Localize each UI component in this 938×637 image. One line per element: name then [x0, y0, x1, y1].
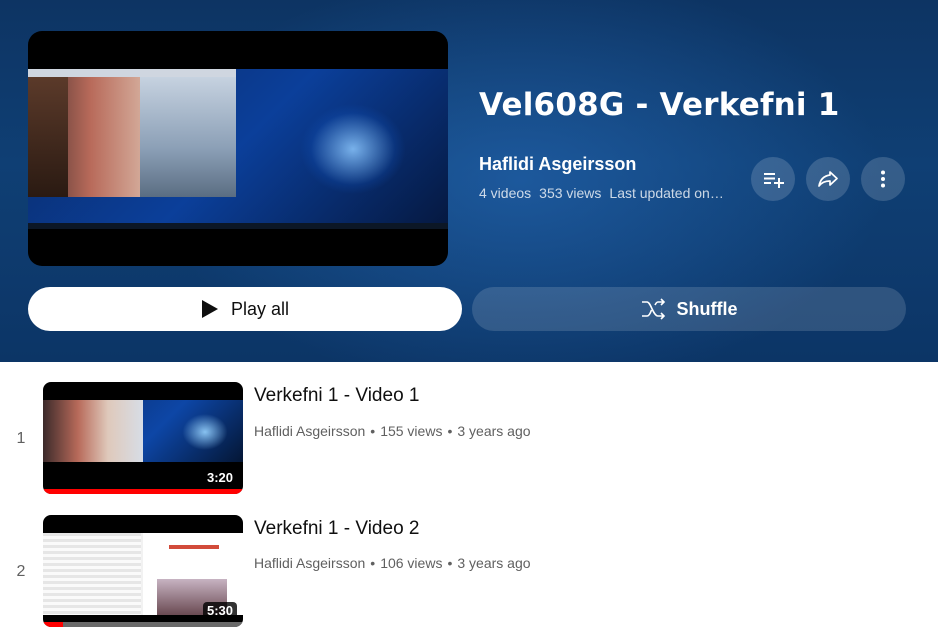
video-title[interactable]: Verkefni 1 - Video 2 — [254, 518, 419, 540]
video-channel[interactable]: Haflidi Asgeirsson — [254, 423, 365, 439]
watch-progress-track — [43, 622, 243, 627]
video-title[interactable]: Verkefni 1 - Video 1 — [254, 385, 419, 407]
video-duration: 5:30 — [202, 602, 237, 619]
video-duration: 3:20 — [202, 469, 237, 486]
windows-logo-glow — [258, 89, 408, 209]
separator-dot: • — [370, 555, 376, 571]
play-all-label: Play all — [230, 298, 290, 319]
video-count: 4 videos — [479, 185, 532, 201]
video-views: 155 views — [380, 423, 443, 439]
playlist-video-row[interactable]: 2 5:30 Verkefni 1 - Video 2 Haflidi Asge… — [0, 515, 938, 631]
video-channel[interactable]: Haflidi Asgeirsson — [254, 555, 365, 571]
playlist-header: Vel608G - Verkefni 1 Haflidi Asgeirsson … — [0, 0, 938, 362]
thumbnail-screenshot — [43, 400, 243, 462]
playlist-stats: 4 videos 353 views Last updated on… — [479, 185, 741, 201]
thumbnail-screenshot — [28, 69, 448, 229]
shuffle-label: Shuffle — [676, 298, 738, 319]
add-to-playlist-icon — [764, 173, 784, 188]
view-count: 353 views — [539, 185, 602, 201]
shuffle-icon — [641, 298, 665, 320]
video-thumbnail[interactable]: 5:30 — [43, 515, 243, 627]
playlist-video-row[interactable]: 1 3:20 Verkefni 1 - Video 1 Haflidi Asge… — [0, 382, 938, 498]
separator-dot: • — [447, 423, 453, 439]
share-button[interactable] — [806, 157, 850, 201]
separator-dot: • — [447, 555, 453, 571]
video-age: 3 years ago — [457, 555, 531, 571]
video-age: 3 years ago — [457, 423, 531, 439]
playlist-thumbnail[interactable] — [28, 31, 448, 266]
play-all-button[interactable]: Play all — [28, 287, 462, 331]
last-updated: Last updated on… — [609, 185, 724, 201]
playlist-title: Vel608G - Verkefni 1 — [479, 87, 840, 123]
video-index: 1 — [16, 430, 26, 447]
video-views: 106 views — [380, 555, 443, 571]
thumbnail-webpage-preview — [28, 69, 236, 197]
thumbnail-taskbar — [28, 223, 448, 229]
separator-dot: • — [370, 423, 376, 439]
watch-progress — [43, 489, 243, 494]
video-thumbnail[interactable]: 3:20 — [43, 382, 243, 494]
video-index: 2 — [16, 563, 26, 580]
more-vertical-icon — [881, 170, 885, 188]
share-icon — [818, 171, 838, 187]
play-icon — [201, 300, 218, 318]
shuffle-button[interactable]: Shuffle — [472, 287, 906, 331]
save-playlist-button[interactable] — [751, 157, 795, 201]
video-meta: Haflidi Asgeirsson • 106 views • 3 years ago — [254, 555, 531, 571]
channel-name[interactable]: Haflidi Asgeirsson — [479, 154, 636, 175]
more-actions-button[interactable] — [861, 157, 905, 201]
video-meta: Haflidi Asgeirsson • 155 views • 3 years ago — [254, 423, 531, 439]
watch-progress — [43, 622, 63, 627]
